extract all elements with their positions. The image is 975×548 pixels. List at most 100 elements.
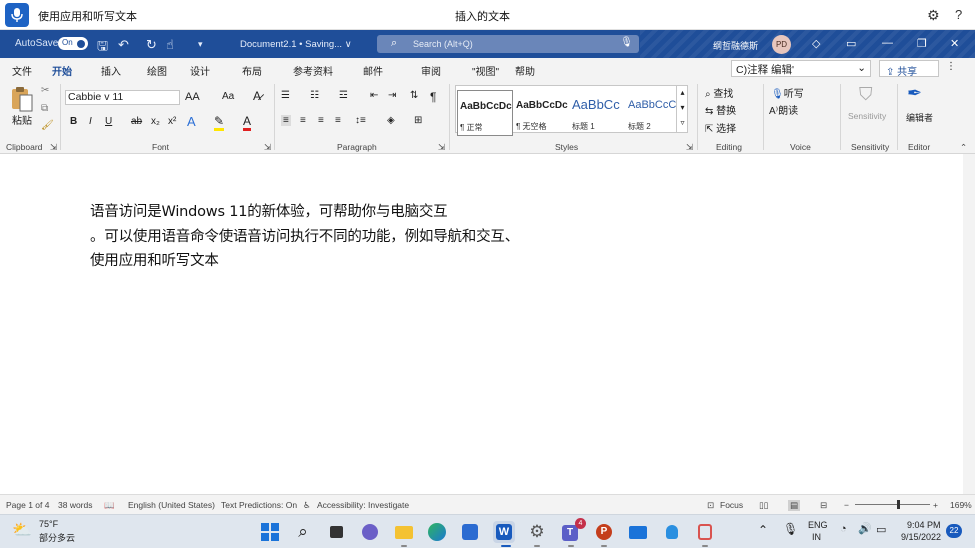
sensitivity-button[interactable]: Sensitivity xyxy=(848,111,886,121)
zoom-in-icon[interactable]: + xyxy=(933,500,938,510)
touch-mode-icon[interactable]: ☝ xyxy=(166,37,174,53)
people-app-icon[interactable] xyxy=(661,521,683,543)
tab-help[interactable]: 帮助 xyxy=(515,63,535,78)
mail-app-icon[interactable] xyxy=(627,521,649,543)
paste-icon[interactable] xyxy=(10,85,34,113)
dictate-button[interactable]: 🎙听写 xyxy=(771,85,804,100)
tab-layout[interactable]: 布局 xyxy=(242,63,262,78)
format-painter-icon[interactable]: 🖌 xyxy=(41,120,54,131)
web-layout-icon[interactable]: ⊟ xyxy=(820,500,827,511)
search-mic-icon[interactable]: 🎙 xyxy=(620,37,633,48)
borders-icon[interactable]: ⊞ xyxy=(414,115,422,126)
edge-browser-icon[interactable] xyxy=(426,521,448,543)
settings-app-icon[interactable]: ⚙ xyxy=(526,521,548,543)
font-color-icon[interactable]: A xyxy=(243,114,252,131)
tab-insert[interactable]: 插入 xyxy=(101,63,121,78)
replace-button[interactable]: ⇆ 替换 xyxy=(705,102,736,117)
tab-home[interactable]: 开始 xyxy=(52,63,72,82)
zoom-out-icon[interactable]: − xyxy=(844,500,849,510)
sort-icon[interactable]: ⇅ xyxy=(410,90,418,101)
document-line-1[interactable]: 语音访问是Windows 11的新体验，可帮助你与电脑交互 xyxy=(90,200,448,221)
powerpoint-app-icon[interactable]: P xyxy=(593,521,615,543)
ribbon-display-icon[interactable]: ▭ xyxy=(846,37,856,50)
subscript-button[interactable]: x₂ xyxy=(151,116,160,127)
cut-icon[interactable]: ✂ xyxy=(41,85,49,96)
page-count[interactable]: Page 1 of 4 xyxy=(6,500,49,510)
style-normal[interactable]: AaBbCcDc ¶ 正常 xyxy=(457,90,513,136)
teams-chat-icon[interactable] xyxy=(359,521,381,543)
help-icon[interactable]: ? xyxy=(955,7,962,22)
microphone-tray-icon[interactable]: 🎙 xyxy=(783,522,798,536)
voice-access-mic-button[interactable] xyxy=(5,3,29,27)
styles-dialog-launcher-icon[interactable]: ⇲ xyxy=(686,142,693,153)
editor-button[interactable]: 编辑者 xyxy=(906,111,933,124)
zoom-slider-thumb[interactable] xyxy=(897,500,900,509)
zoom-slider-track[interactable] xyxy=(855,504,930,505)
text-predictions-status[interactable]: Text Predictions: On xyxy=(221,500,297,510)
comments-editing-box[interactable]: C)注释 编辑' ⌄ xyxy=(731,60,871,77)
read-mode-icon[interactable]: ▯▯ xyxy=(759,500,768,511)
change-case-button[interactable]: Aa xyxy=(222,91,234,102)
file-explorer-icon[interactable] xyxy=(393,521,415,543)
collapse-ribbon-icon[interactable]: ⌃ xyxy=(960,142,967,153)
tab-references[interactable]: 参考资料 xyxy=(293,63,333,78)
tab-draw[interactable]: 绘图 xyxy=(147,63,167,78)
vertical-scrollbar[interactable] xyxy=(963,154,975,494)
volume-icon[interactable]: 🔊 xyxy=(858,522,872,535)
language-status[interactable]: English (United States) xyxy=(128,500,215,510)
weather-temp[interactable]: 75°F xyxy=(39,519,58,529)
increase-indent-icon[interactable]: ⇥ xyxy=(388,90,396,101)
decrease-indent-icon[interactable]: ⇤ xyxy=(370,90,378,101)
align-right-icon[interactable]: ≡ xyxy=(318,115,324,126)
weather-partly-cloudy-icon[interactable]: ⛅ xyxy=(12,520,32,540)
zoom-level[interactable]: 169% xyxy=(950,500,972,510)
language-indicator-top[interactable]: ENG xyxy=(808,520,828,530)
word-app-icon[interactable]: W xyxy=(493,521,515,543)
notification-count-badge[interactable]: 22 xyxy=(946,524,962,538)
show-marks-button[interactable]: ¶ xyxy=(430,90,436,104)
language-indicator-bottom[interactable]: IN xyxy=(812,532,821,542)
numbering-icon[interactable]: ☷ xyxy=(310,90,319,101)
style-heading-1[interactable]: AaBbCc 标题 1 xyxy=(570,90,626,136)
tab-design[interactable]: 设计 xyxy=(190,63,210,78)
copy-icon[interactable]: ⧉ xyxy=(41,103,48,114)
font-dialog-launcher-icon[interactable]: ⇲ xyxy=(264,142,271,153)
paste-label[interactable]: 粘贴 xyxy=(12,112,32,127)
underline-button[interactable]: U xyxy=(105,116,112,127)
bullets-icon[interactable]: ☰ xyxy=(281,90,290,101)
restore-icon[interactable]: ❐ xyxy=(917,37,927,50)
save-icon[interactable]: 🖫 xyxy=(97,37,108,59)
align-center-icon[interactable]: ≡ xyxy=(300,115,306,126)
read-aloud-button[interactable]: A⁾朗读 xyxy=(769,102,798,117)
text-effects-icon[interactable]: A xyxy=(187,114,196,129)
style-no-spacing[interactable]: AaBbCcDc ¶ 无空格 xyxy=(514,90,570,136)
tab-review[interactable]: 审阅 xyxy=(421,63,441,78)
share-button[interactable]: ⇪ 共享 xyxy=(879,60,939,78)
dialog-launcher-icon[interactable]: ⇲ xyxy=(50,142,57,153)
store-icon[interactable] xyxy=(459,521,481,543)
italic-button[interactable]: I xyxy=(89,116,92,127)
proofing-icon[interactable]: 📖 xyxy=(104,500,115,511)
redo-icon[interactable]: ↻ xyxy=(146,37,157,53)
align-left-icon[interactable]: ≡ xyxy=(281,115,291,126)
document-line-3[interactable]: 使用应用和听写文本 xyxy=(90,249,219,270)
search-box[interactable]: ⌕ Search (Alt+Q) 🎙 xyxy=(377,35,639,53)
styles-scroll[interactable]: ▴ ▾ ▿ xyxy=(676,85,688,133)
print-layout-icon[interactable]: ▤ xyxy=(788,500,801,511)
document-title[interactable]: Document2.1 • Saving... ∨ xyxy=(240,39,352,50)
clock-time[interactable]: 9:04 PM xyxy=(907,520,941,530)
line-spacing-icon[interactable]: ↕≡ xyxy=(355,115,366,126)
clear-formatting-icon[interactable]: A̷ xyxy=(253,89,261,103)
tab-mailings[interactable]: 邮件 xyxy=(363,63,383,78)
clock-date[interactable]: 9/15/2022 xyxy=(901,532,941,542)
tab-file[interactable]: 文件 xyxy=(12,63,32,78)
find-button[interactable]: ⌕ 查找 xyxy=(705,85,733,100)
superscript-button[interactable]: x² xyxy=(168,116,176,127)
select-button[interactable]: ⇱ 选择 xyxy=(705,120,736,135)
task-view-icon[interactable] xyxy=(326,521,348,543)
voice-access-app-icon[interactable] xyxy=(694,521,716,543)
undo-icon[interactable]: ↶ xyxy=(118,37,129,53)
user-name[interactable]: 纲哲融德斯 xyxy=(713,39,758,52)
more-options-icon[interactable]: ⋮ xyxy=(946,61,956,72)
autosave-toggle[interactable]: On xyxy=(58,37,88,50)
